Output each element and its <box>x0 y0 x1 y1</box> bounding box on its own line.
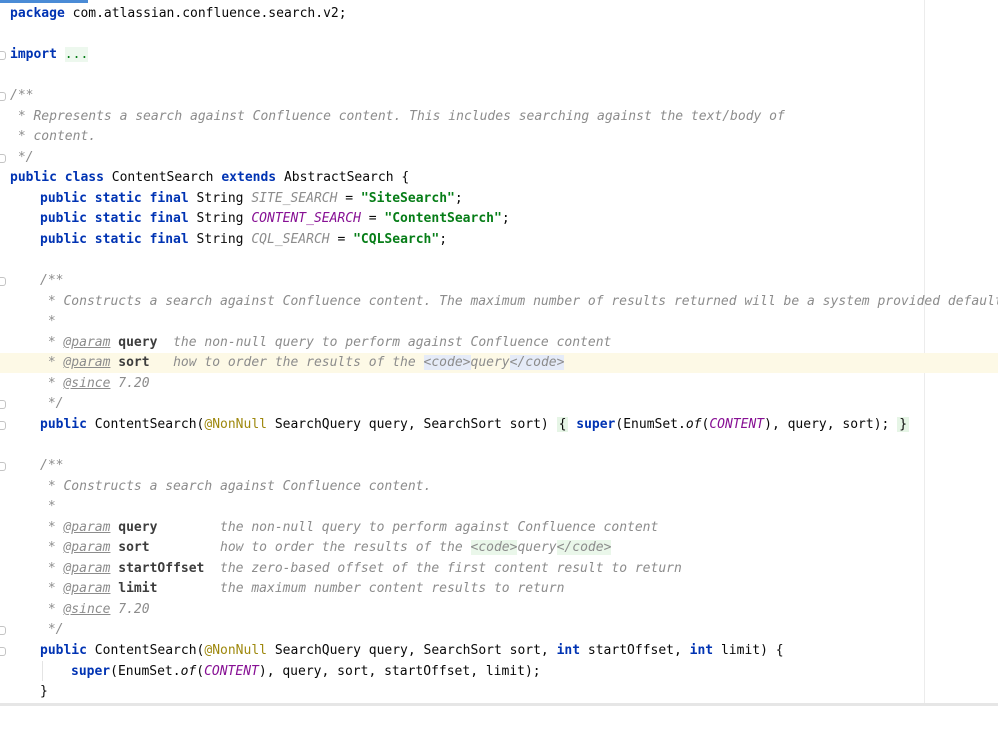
fold-toggle-icon[interactable] <box>0 420 6 430</box>
code-line[interactable]: public ContentSearch(@NonNull SearchQuer… <box>0 415 998 435</box>
code-line[interactable]: * @param query the non-null query to per… <box>0 518 998 538</box>
fold-toggle-icon[interactable] <box>0 399 6 409</box>
code-line[interactable]: * @since 7.20 <box>0 600 998 620</box>
class-name: ContentSearch <box>111 170 214 185</box>
code-line[interactable]: * content. <box>0 127 998 147</box>
code-line[interactable]: * @param query the non-null query to per… <box>0 333 998 353</box>
fold-toggle-icon[interactable] <box>0 625 6 635</box>
code-line[interactable]: * @param startOffset the zero-based offs… <box>0 559 998 579</box>
code-line[interactable]: } <box>0 682 998 702</box>
fold-toggle-icon[interactable] <box>0 50 6 60</box>
fold-toggle-icon[interactable] <box>0 153 6 163</box>
code-line[interactable]: package com.atlassian.confluence.search.… <box>0 4 998 24</box>
code-line[interactable]: * @param sort how to order the results o… <box>0 538 998 558</box>
code-line[interactable]: * Represents a search against Confluence… <box>0 107 998 127</box>
code-line[interactable]: public static final String SITE_SEARCH =… <box>0 189 998 209</box>
code-line[interactable]: /** <box>0 271 998 291</box>
code-editor[interactable]: package com.atlassian.confluence.search.… <box>0 0 998 706</box>
code-line[interactable]: * <box>0 312 998 332</box>
code-line[interactable]: * Constructs a search against Confluence… <box>0 292 998 312</box>
code-line[interactable]: * @param limit the maximum number conten… <box>0 579 998 599</box>
code-line[interactable]: import ... <box>0 45 998 65</box>
code-line[interactable]: public class ContentSearch extends Abstr… <box>0 168 998 188</box>
code-line[interactable]: * <box>0 497 998 517</box>
fold-toggle-icon[interactable] <box>0 276 6 286</box>
code-line[interactable]: public static final String CONTENT_SEARC… <box>0 209 998 229</box>
code-line[interactable]: * Constructs a search against Confluence… <box>0 477 998 497</box>
code-line[interactable]: public static final String CQL_SEARCH = … <box>0 230 998 250</box>
code-line[interactable]: /** <box>0 86 998 106</box>
fold-toggle-icon[interactable] <box>0 646 6 656</box>
folded-imports[interactable]: ... <box>64 47 89 62</box>
code-line[interactable]: public ContentSearch(@NonNull SearchQuer… <box>0 641 998 661</box>
code-line[interactable]: super(EnumSet.of(CONTENT), query, sort, … <box>0 662 998 682</box>
code-line[interactable]: */ <box>0 620 998 640</box>
code-line[interactable]: * @since 7.20 <box>0 374 998 394</box>
code-line[interactable]: */ <box>0 394 998 414</box>
fold-toggle-icon[interactable] <box>0 461 6 471</box>
code-line[interactable]: */ <box>0 148 998 168</box>
fold-toggle-icon[interactable] <box>0 91 6 101</box>
keyword: package <box>10 6 65 21</box>
progress-indicator <box>0 0 88 3</box>
code-line[interactable]: /** <box>0 456 998 476</box>
current-line[interactable]: * @param sort how to order the results o… <box>0 353 998 373</box>
